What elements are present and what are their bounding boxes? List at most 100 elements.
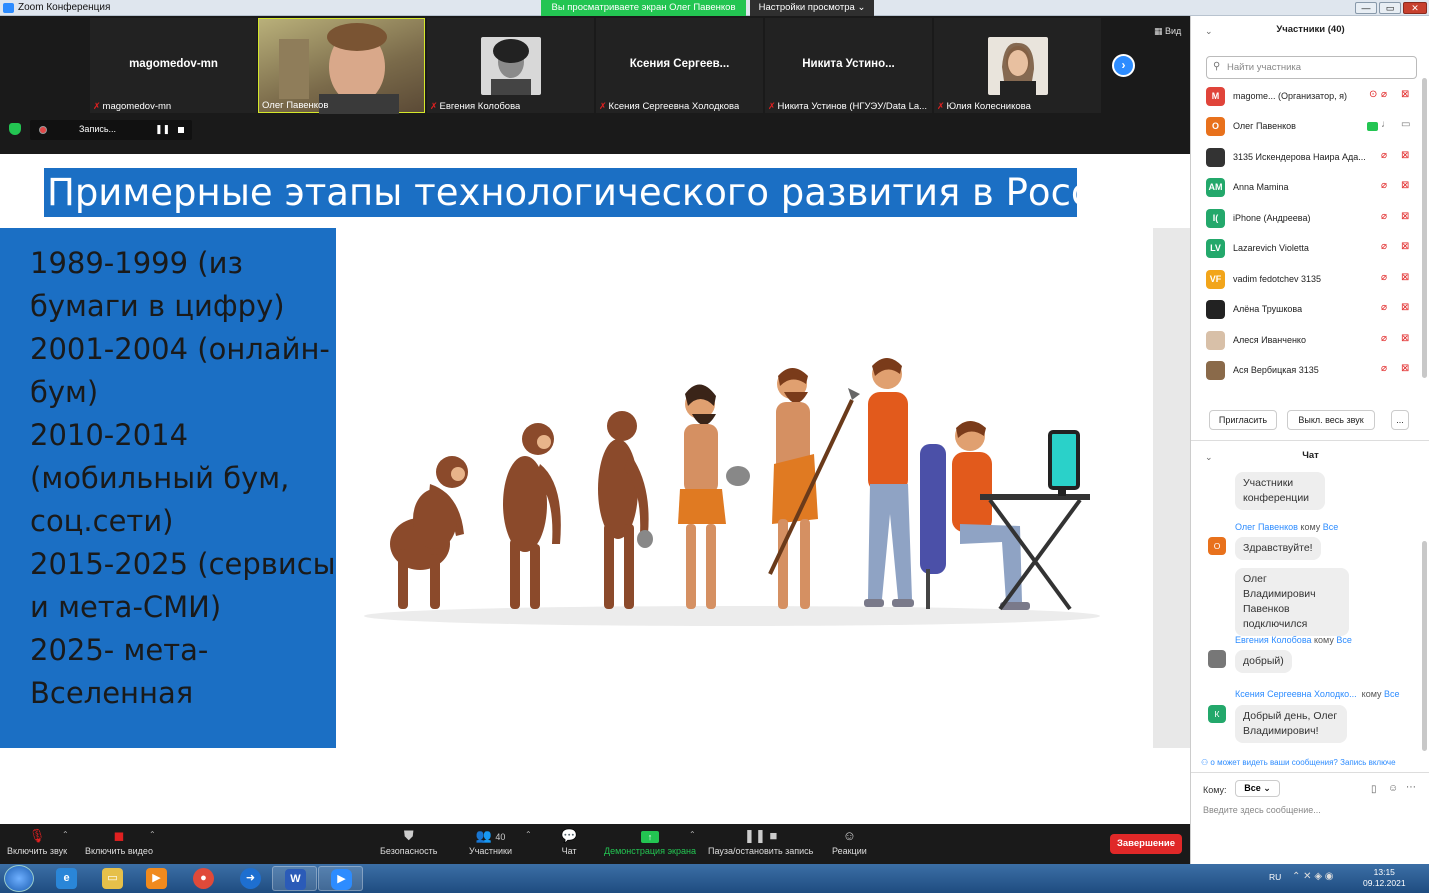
close-button[interactable]: ✕: [1403, 2, 1427, 14]
participant-row[interactable]: VF vadim fedotchev 3135 ⌀ ⊠: [1191, 265, 1429, 295]
participants-button[interactable]: 👥 40 Участники ⌃: [469, 828, 532, 856]
chat-privacy-notice[interactable]: ⚇ о может видеть ваши сообщения? Запись …: [1201, 758, 1426, 767]
slide-line: бумаги в цифру): [30, 289, 285, 323]
mic-muted-icon: ✗: [768, 101, 776, 111]
mic-muted-icon: ✗: [430, 101, 438, 111]
tile-name: Никита Устино...: [802, 58, 895, 70]
participant-row[interactable]: M magome... (Организатор, я) ⊙ ⌀ ⊠: [1191, 82, 1429, 112]
stop-record-button[interactable]: [178, 127, 184, 133]
send-to-value: Все: [1244, 783, 1261, 793]
video-tile-active-speaker[interactable]: Олег Павенков: [258, 18, 425, 114]
slide-line: 1989-1999 (из: [30, 246, 243, 280]
participant-search-input[interactable]: ⚲ Найти участника: [1206, 56, 1417, 79]
sender-to-word: кому: [1314, 635, 1334, 645]
participant-row[interactable]: AM Anna Mamina ⌀ ⊠: [1191, 173, 1429, 203]
maximize-button[interactable]: ▭: [1379, 2, 1401, 14]
avatar: [480, 37, 541, 95]
participants-count: 40: [495, 832, 506, 842]
unmute-button[interactable]: 🎙 Включить звук ⌃: [7, 828, 69, 856]
mic-muted-icon: ⌀: [1381, 150, 1388, 161]
file-icon[interactable]: ▯: [1371, 784, 1377, 795]
reactions-label: Реакции: [832, 846, 867, 856]
taskbar-chrome[interactable]: ●: [181, 866, 226, 891]
tile-label: Ксения Сергеевна Холодкова: [608, 101, 740, 112]
share-screen-button[interactable]: ↑ Демонстрация экрана ⌃: [604, 828, 696, 856]
mic-muted-icon: ⌀: [1381, 89, 1388, 100]
end-meeting-button[interactable]: Завершение: [1110, 834, 1182, 854]
invite-button[interactable]: Пригласить: [1209, 410, 1277, 430]
video-off-icon: ⊠: [1401, 150, 1410, 161]
grid-icon: ▦: [1154, 26, 1163, 36]
minimize-button[interactable]: —: [1355, 2, 1377, 14]
emoji-icon[interactable]: ☺: [1388, 783, 1398, 794]
security-button[interactable]: ⛊ Безопасность: [380, 828, 437, 856]
slide-line: 2025- мета-: [30, 633, 209, 667]
participant-name: Ася Вербицкая 3135: [1233, 365, 1319, 375]
mic-muted-icon: ⌀: [1381, 272, 1388, 283]
chat-message-input[interactable]: Введите здесь сообщение...: [1203, 805, 1321, 815]
participant-row[interactable]: Ася Вербицкая 3135 ⌀ ⊠: [1191, 356, 1429, 386]
windows-taskbar: e ▭ ▶ ● ➜ W ▶ RU ⌃ ✕ ◈ ◉ 13:15 09.12.2021: [0, 864, 1429, 893]
sender-name: Ксения Сергеевна Холодко...: [1235, 689, 1357, 699]
start-video-button[interactable]: ◼ Включить видео ⌃: [85, 828, 156, 856]
language-indicator[interactable]: RU: [1269, 872, 1281, 882]
mute-all-button[interactable]: Выкл. весь звук: [1287, 410, 1375, 430]
ie-icon: e: [56, 868, 77, 889]
slide-line: (мобильный бум,: [30, 461, 290, 495]
participants-icon: 👥 40: [475, 828, 506, 843]
slide-line: Вселенная: [30, 676, 194, 710]
chevron-up-icon[interactable]: ⌃: [149, 830, 156, 839]
chevron-up-icon[interactable]: ⌃: [62, 830, 69, 839]
window-title-bar: Zoom Конференция Вы просматриваете экран…: [0, 0, 1429, 16]
taskbar-app[interactable]: ➜: [228, 866, 273, 891]
participants-header: Участники (40): [1276, 24, 1345, 35]
reactions-button[interactable]: ☺ Реакции: [832, 828, 867, 856]
video-tile[interactable]: ✗ Юлия Колесникова: [934, 18, 1101, 113]
view-button[interactable]: ▦ Вид: [1154, 26, 1181, 37]
taskbar-ie[interactable]: e: [44, 866, 89, 891]
participant-row[interactable]: Алеся Иванченко ⌀ ⊠: [1191, 326, 1429, 356]
zoom-icon: ▶: [331, 869, 352, 890]
next-page-button[interactable]: ›: [1112, 54, 1135, 77]
divider: [1191, 440, 1429, 441]
more-button[interactable]: ...: [1391, 410, 1409, 430]
avatar: [1206, 300, 1225, 319]
more-options-icon[interactable]: ⋯: [1406, 782, 1416, 793]
pause-record-button[interactable]: ❚❚: [155, 124, 170, 135]
avatar: M: [1206, 87, 1225, 106]
participant-row[interactable]: I( iPhone (Андреева) ⌀ ⊠: [1191, 204, 1429, 234]
mic-muted-icon: 🎙: [28, 828, 46, 843]
video-tile[interactable]: Никита Устино... ✗ Никита Устинов (НГУЭУ/…: [765, 18, 932, 113]
record-status: Запись...: [79, 124, 117, 134]
chat-button[interactable]: 💬 Чат: [561, 828, 577, 856]
avatar: AM: [1206, 178, 1225, 197]
participant-row[interactable]: Алёна Трушкова ⌀ ⊠: [1191, 295, 1429, 325]
mic-muted-icon: ✗: [599, 101, 607, 111]
video-tile[interactable]: magomedov-mn ✗ magomedov-mn: [90, 18, 257, 113]
chevron-right-icon: ›: [1121, 58, 1126, 72]
slide-line: 2015-2025 (сервисы: [30, 547, 336, 581]
taskbar-word[interactable]: W: [272, 866, 317, 891]
chat-scrollbar[interactable]: [1422, 541, 1427, 751]
taskbar-explorer[interactable]: ▭: [90, 866, 135, 891]
chevron-up-icon[interactable]: ⌃: [525, 830, 532, 839]
system-clock[interactable]: 13:15 09.12.2021: [1363, 867, 1406, 889]
participant-row[interactable]: 3135 Искендерова Наира Ада... ⌀ ⊠: [1191, 143, 1429, 173]
pause-stop-recording-button[interactable]: ❚❚ ■ Пауза/остановить запись: [708, 828, 813, 856]
video-tile[interactable]: ✗ Евгения Колобова: [427, 18, 594, 113]
side-panel: ⌄ Участники (40) ⚲ Найти участника M mag…: [1190, 16, 1429, 864]
chat-message: Олег Владимирович Павенков подключился: [1235, 568, 1349, 636]
tray-icons[interactable]: ⌃ ✕ ◈ ◉: [1292, 871, 1334, 882]
participant-row[interactable]: О Олег Павенков ♩ ▭: [1191, 112, 1429, 142]
participant-row[interactable]: LV Lazarevich Violetta ⌀ ⊠: [1191, 234, 1429, 264]
chevron-up-icon[interactable]: ⌃: [689, 830, 696, 839]
view-options-button[interactable]: Настройки просмотра ⌄: [750, 0, 874, 16]
start-button[interactable]: [4, 865, 34, 892]
send-to-dropdown[interactable]: Все ⌄: [1235, 780, 1280, 797]
video-tile[interactable]: Ксения Сергеев... ✗ Ксения Сергеевна Холо…: [596, 18, 763, 113]
record-icon: ⊙: [1369, 89, 1378, 100]
avatar: О: [1208, 537, 1226, 555]
taskbar-media[interactable]: ▶: [134, 866, 179, 891]
taskbar-zoom[interactable]: ▶: [318, 866, 363, 891]
chevron-down-icon: ⌄: [857, 2, 866, 13]
